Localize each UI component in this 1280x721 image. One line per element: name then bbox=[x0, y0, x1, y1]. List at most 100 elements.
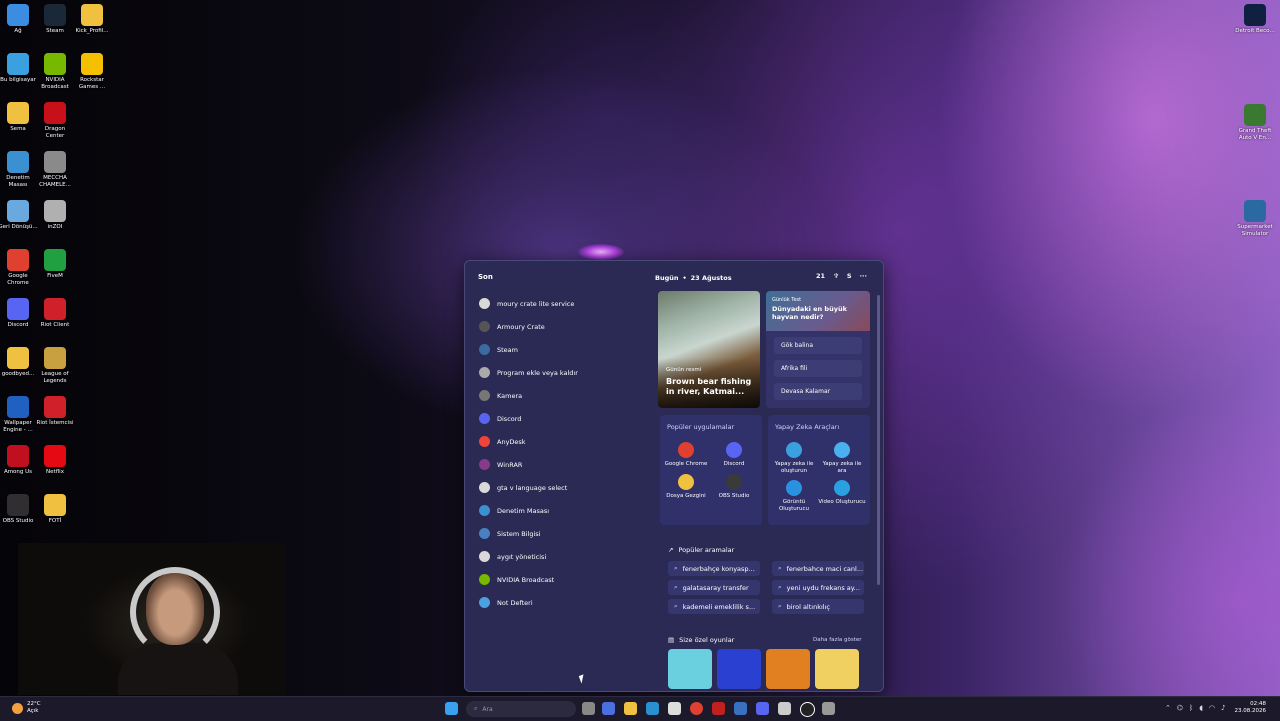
desktop-icon[interactable]: goodbyed... bbox=[0, 347, 38, 378]
desktop-icon[interactable]: NVIDIA Broadcast bbox=[35, 53, 75, 90]
recent-item[interactable]: Denetim Masası bbox=[479, 499, 649, 522]
recent-item[interactable]: NVIDIA Broadcast bbox=[479, 568, 649, 591]
desktop-icon[interactable]: Detroit Beco... bbox=[1235, 4, 1275, 35]
recent-item[interactable]: WinRAR bbox=[479, 453, 649, 476]
clock-date: 23.08.2026 bbox=[1234, 708, 1267, 714]
desktop-icon[interactable]: Rockstar Games ... bbox=[72, 53, 112, 90]
desktop-icon[interactable]: FOTİ bbox=[35, 494, 75, 525]
quiz-option[interactable]: Gök balina bbox=[774, 337, 862, 354]
wifi-icon[interactable]: ◠ bbox=[1209, 704, 1215, 712]
app-tile[interactable]: Dosya Gezgini bbox=[662, 473, 710, 500]
chevron-up-icon[interactable]: ⌃ bbox=[1165, 704, 1171, 712]
edge-icon[interactable] bbox=[646, 702, 659, 715]
popular-search-chip[interactable]: ⌕ fenerbahce maci canl... bbox=[772, 561, 864, 576]
desktop-icon-label: Netflix bbox=[46, 469, 64, 475]
desktop-icon[interactable]: Riot İstemcisi bbox=[35, 396, 75, 427]
desktop-icon-label: Among Us bbox=[3, 469, 33, 475]
app-tile[interactable]: Discord bbox=[710, 442, 758, 468]
recent-item-label: Kamera bbox=[497, 391, 523, 400]
armoury-crate-icon[interactable] bbox=[712, 702, 725, 715]
weather-widget[interactable]: 22°C Açık bbox=[12, 701, 41, 715]
widgets-scrollbar[interactable] bbox=[877, 295, 880, 585]
network-icon[interactable]: ⌬ bbox=[1177, 704, 1183, 712]
desktop-icon[interactable]: Steam bbox=[35, 4, 75, 35]
desktop-icon[interactable]: inZOI bbox=[35, 200, 75, 231]
clock[interactable]: 02:48 23.08.2026 bbox=[1235, 701, 1267, 715]
popular-search-chip[interactable]: ⌕ galatasaray transfer bbox=[668, 580, 760, 595]
quiz-option[interactable]: Afrika fili bbox=[774, 360, 862, 377]
recent-item[interactable]: Armoury Crate bbox=[479, 315, 649, 338]
gear-icon[interactable] bbox=[822, 702, 835, 715]
recent-item[interactable]: moury crate lite service bbox=[479, 292, 649, 315]
recent-item[interactable]: Steam bbox=[479, 338, 649, 361]
taskbar-search[interactable]: ⌕ Ara bbox=[466, 701, 576, 717]
app-tile[interactable]: Yapay zeka ile ara bbox=[818, 442, 866, 474]
quiz-card[interactable]: Günlük Test Dünyadaki en büyük hayvan ne… bbox=[766, 291, 870, 408]
app-tile[interactable]: Yapay zeka ile oluşturun bbox=[770, 442, 818, 474]
speaker-icon[interactable]: ♪ bbox=[1221, 704, 1225, 712]
store-icon[interactable] bbox=[668, 702, 681, 715]
profile-s[interactable]: S bbox=[847, 272, 852, 280]
desktop-icon[interactable]: FiveM bbox=[35, 249, 75, 280]
desktop-icon[interactable]: Geri Dönüşü... bbox=[0, 200, 38, 231]
desktop-icon[interactable]: Grand Theft Auto V En... bbox=[1235, 104, 1275, 141]
recent-item[interactable]: gta v language select bbox=[479, 476, 649, 499]
windows-start-icon[interactable] bbox=[445, 702, 458, 715]
settings-icon[interactable] bbox=[778, 702, 791, 715]
app-tile[interactable]: Google Chrome bbox=[662, 442, 710, 468]
more-options-button[interactable]: ··· bbox=[860, 272, 867, 280]
copilot-icon[interactable] bbox=[602, 702, 615, 715]
desktop-icon[interactable]: Kick_Profil... bbox=[72, 4, 112, 35]
recent-item-label: WinRAR bbox=[497, 460, 523, 469]
desktop-icon[interactable]: Bu bilgisayar bbox=[0, 53, 38, 84]
quiz-option[interactable]: Devasa Kalamar bbox=[774, 383, 862, 400]
desktop-icon[interactable]: OBS Studio bbox=[0, 494, 38, 525]
discord-icon[interactable] bbox=[756, 702, 769, 715]
desktop-icon[interactable]: Denetim Masası bbox=[0, 151, 38, 188]
desktop-icon[interactable]: Google Chrome bbox=[0, 249, 38, 286]
games-more-link[interactable]: Daha fazla göster bbox=[813, 637, 862, 643]
recent-item[interactable]: Sistem Bilgisi bbox=[479, 522, 649, 545]
bluetooth-icon[interactable]: ᛒ bbox=[1189, 704, 1193, 712]
obs-icon[interactable] bbox=[800, 702, 815, 717]
desktop-icon[interactable]: Supermarket Simulator bbox=[1235, 200, 1275, 237]
game-tile-2-icon[interactable] bbox=[717, 649, 761, 689]
desktop-icon[interactable]: Dragon Center bbox=[35, 102, 75, 139]
recent-item[interactable]: Not Defteri bbox=[479, 591, 649, 614]
discord-icon bbox=[479, 413, 490, 424]
recent-item[interactable]: Program ekle veya kaldır bbox=[479, 361, 649, 384]
popular-search-chip[interactable]: ⌕ kademeli emeklilik s... bbox=[668, 599, 760, 614]
widgets-temp[interactable]: 21 bbox=[816, 272, 825, 280]
trophy-icon[interactable]: ♆ bbox=[833, 272, 839, 280]
chrome-icon[interactable] bbox=[690, 702, 703, 715]
app-tile[interactable]: OBS Studio bbox=[710, 473, 758, 500]
popular-search-chip[interactable]: ⌕ yeni uydu frekans ay... bbox=[772, 580, 864, 595]
folder-icon bbox=[81, 4, 103, 26]
recent-item[interactable]: Kamera bbox=[479, 384, 649, 407]
recent-item[interactable]: aygıt yöneticisi bbox=[479, 545, 649, 568]
task-view-icon[interactable] bbox=[582, 702, 595, 715]
file-explorer-icon[interactable] bbox=[624, 702, 637, 715]
wallpaper-eye bbox=[578, 244, 624, 260]
news-card[interactable]: Günün resmi Brown bear fishing in river,… bbox=[658, 291, 760, 408]
desktop-icon[interactable]: Netflix bbox=[35, 445, 75, 476]
game-tile-1-icon[interactable] bbox=[668, 649, 712, 689]
recent-item[interactable]: Discord bbox=[479, 407, 649, 430]
desktop-icon[interactable]: MECCHA CHAMELE... bbox=[35, 151, 75, 188]
app-tile[interactable]: Video Oluşturucu bbox=[818, 480, 866, 512]
popular-search-chip[interactable]: ⌕ fenerbahçe konyasp... bbox=[668, 561, 760, 576]
desktop-icon[interactable]: Discord bbox=[0, 298, 38, 329]
popular-search-chip[interactable]: ⌕ birol altınkılıç bbox=[772, 599, 864, 614]
desktop-icon[interactable]: Sema bbox=[0, 102, 38, 133]
cut-the-rope-icon[interactable] bbox=[766, 649, 810, 689]
recent-item[interactable]: AnyDesk bbox=[479, 430, 649, 453]
desktop-icon[interactable]: Among Us bbox=[0, 445, 38, 476]
app-tile[interactable]: Görüntü Oluşturucu bbox=[770, 480, 818, 512]
desktop-icon[interactable]: Ağ bbox=[0, 4, 38, 35]
desktop-icon[interactable]: League of Legends bbox=[35, 347, 75, 384]
desktop-icon[interactable]: Riot Client bbox=[35, 298, 75, 329]
game-tile-4-icon[interactable] bbox=[815, 649, 859, 689]
desktop-icon[interactable]: Wallpaper Engine - ... bbox=[0, 396, 38, 433]
steam-icon[interactable] bbox=[734, 702, 747, 715]
volume-icon[interactable]: ◖ bbox=[1199, 704, 1203, 712]
